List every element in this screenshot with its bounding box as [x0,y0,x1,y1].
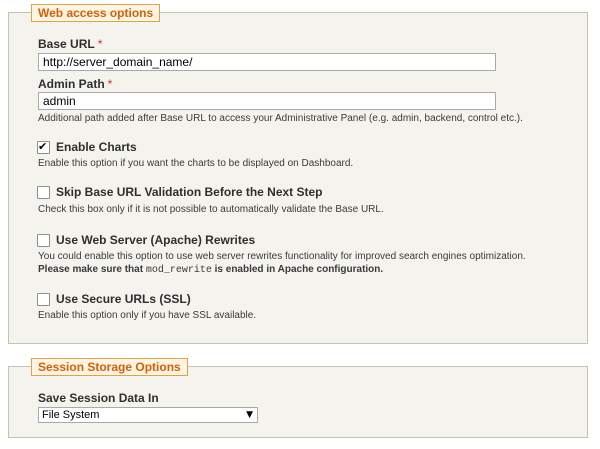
rewrites-label[interactable]: Use Web Server (Apache) Rewrites [56,233,255,247]
admin-path-hint: Additional path added after Base URL to … [38,113,523,124]
web-access-fieldset: Web access options Base URL* Admin Path*… [8,4,588,344]
enable-charts-row[interactable]: ✔ Enable Charts [37,140,137,154]
session-storage-selected: File System [42,409,100,421]
enable-charts-label[interactable]: Enable Charts [56,140,137,154]
enable-charts-hint: Enable this option if you want the chart… [38,158,354,169]
base-url-input[interactable] [38,53,496,71]
enable-charts-checkbox[interactable]: ✔ [37,139,50,154]
base-url-label: Base URL * [38,37,102,51]
required-mark: * [107,77,113,91]
rewrites-checkbox[interactable] [37,233,50,247]
rewrites-hint-2-after: is enabled in Apache configuration. [211,264,384,275]
skip-validation-row[interactable]: Skip Base URL Validation Before the Next… [37,185,323,199]
session-storage-select[interactable]: File System ▼ [38,407,258,423]
dropdown-arrow-icon: ▼ [246,410,253,420]
rewrites-hint-2-before: Please make sure that [38,264,146,275]
required-mark: * [97,37,103,51]
admin-path-label: Admin Path * [38,77,112,91]
secure-urls-row[interactable]: Use Secure URLs (SSL) [37,292,191,306]
secure-urls-checkbox[interactable] [37,292,50,306]
base-url-label-text: Base URL [38,37,95,51]
session-storage-fieldset: Session Storage Options Save Session Dat… [8,358,588,438]
rewrites-row[interactable]: Use Web Server (Apache) Rewrites [37,233,255,247]
rewrites-hint-2: Please make sure that mod_rewrite is ena… [38,264,383,276]
web-access-legend: Web access options [31,4,161,22]
rewrites-hint-2-code: mod_rewrite [145,265,212,276]
secure-urls-label[interactable]: Use Secure URLs (SSL) [56,292,191,306]
skip-validation-label[interactable]: Skip Base URL Validation Before the Next… [56,185,323,199]
checkmark-icon: ✔ [38,139,48,153]
rewrites-hint: You could enable this option to use web … [38,251,526,262]
admin-path-label-text: Admin Path [38,77,105,91]
admin-path-input[interactable] [38,92,496,110]
skip-validation-hint: Check this box only if it is not possibl… [38,204,384,215]
session-storage-legend: Session Storage Options [31,358,188,376]
skip-validation-checkbox[interactable] [37,185,50,199]
session-data-label: Save Session Data In [38,391,159,405]
secure-urls-hint: Enable this option only if you have SSL … [38,310,257,321]
